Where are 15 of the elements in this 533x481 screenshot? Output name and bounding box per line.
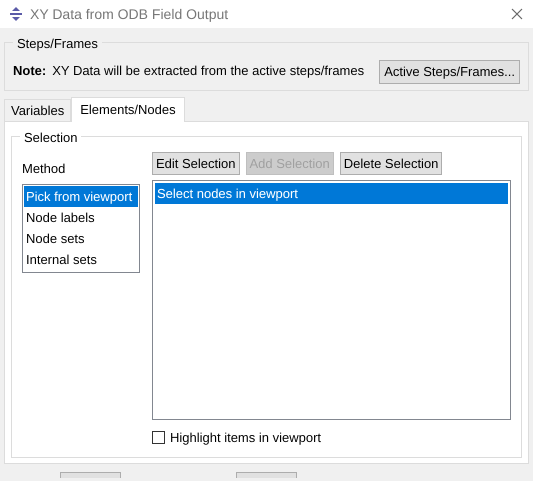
selection-button[interactable]: Delete Selection: [340, 152, 442, 175]
checkbox-label: Highlight items in viewport: [170, 429, 322, 447]
method-item[interactable]: Node sets: [24, 228, 138, 249]
window-title: XY Data from ODB Field Output: [30, 4, 228, 24]
method-item[interactable]: Pick from viewport: [24, 186, 138, 207]
tab[interactable]: Elements/Nodes: [71, 97, 185, 122]
method-item[interactable]: Node labels: [24, 207, 138, 228]
active-steps-frames-button[interactable]: Active Steps/Frames...: [379, 60, 520, 84]
selection-item[interactable]: Select nodes in viewport: [155, 183, 508, 204]
method-label: Method: [22, 160, 66, 178]
tab[interactable]: Variables: [4, 99, 72, 121]
note-label: Note:: [13, 62, 46, 80]
note-text: XY Data will be extracted from the active steps/frames: [52, 62, 364, 80]
selection-button[interactable]: Edit Selection: [152, 152, 240, 175]
method-item[interactable]: Internal sets: [24, 249, 138, 270]
